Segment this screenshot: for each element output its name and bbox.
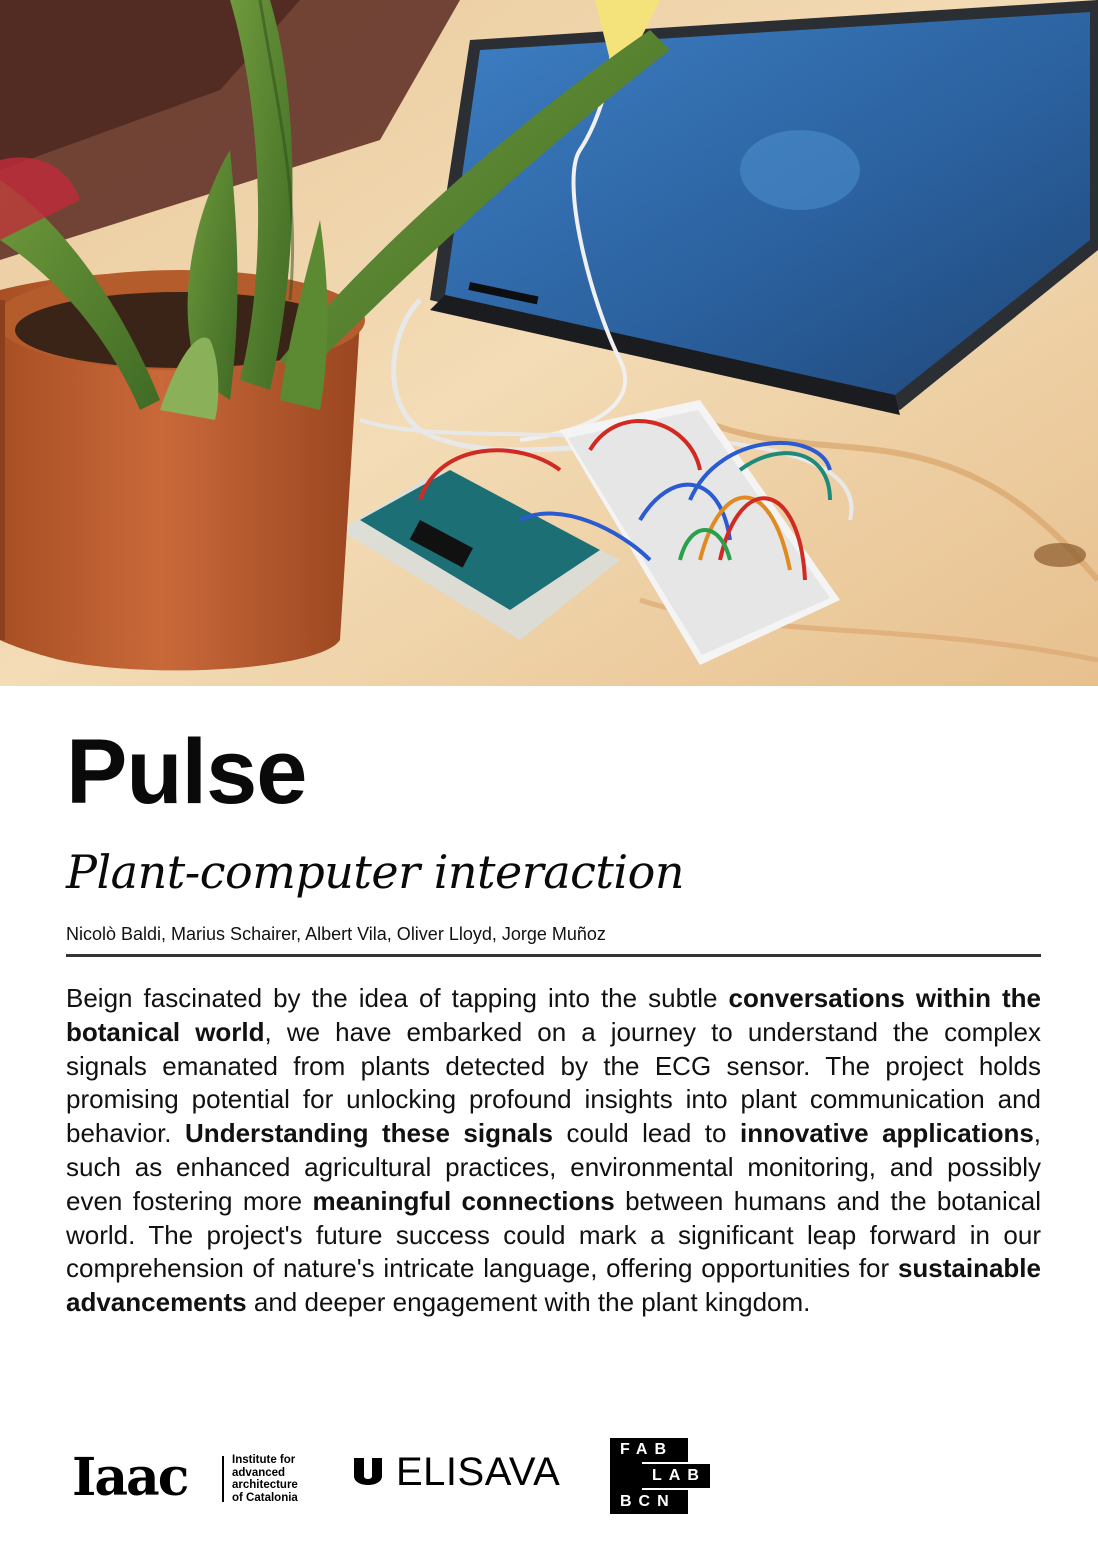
iaac-logo-line: architecture: [232, 1479, 298, 1491]
iaac-logo: Iaac Institute for advanced architecture…: [72, 1448, 312, 1508]
logo-bar: Iaac Institute for advanced architecture…: [0, 1420, 1098, 1530]
iaac-logo-line: of Catalonia: [232, 1491, 298, 1504]
iaac-logo-line: advanced: [232, 1466, 286, 1479]
iaac-logo-divider: [222, 1456, 224, 1502]
fablab-logo-row: LAB: [642, 1464, 710, 1488]
body-text-run: and deeper engagement with the plant kin…: [246, 1287, 811, 1318]
authors: Nicolò Baldi, Marius Schairer, Albert Vi…: [66, 924, 606, 944]
divider: [66, 954, 1041, 957]
body-emphasis: Understanding these signals: [185, 1118, 553, 1149]
fablab-logo-block: [610, 1462, 642, 1490]
hero-image: [0, 0, 1098, 686]
page-subtitle: Plant-computer interaction: [66, 845, 684, 899]
iaac-logo-mark: Iaac: [72, 1447, 189, 1508]
body-emphasis: meaningful connections: [312, 1185, 615, 1216]
page-title: Pulse: [66, 721, 307, 823]
fablab-logo-row: FAB: [610, 1438, 688, 1462]
elisava-logo-word: ELISAVA: [396, 1450, 561, 1494]
body-paragraph: Beign fascinated by the idea of tapping …: [66, 982, 1041, 1320]
body-emphasis: innovative applications: [740, 1118, 1034, 1149]
elisava-u-icon: [354, 1458, 382, 1485]
fablab-logo: FAB LAB BCN: [610, 1438, 710, 1514]
body-text-run: Beign fascinated by the idea of tapping …: [66, 983, 729, 1013]
iaac-logo-text: Institute for advanced architecture of C…: [232, 1454, 298, 1504]
body-text-run: could lead to: [553, 1118, 740, 1149]
hero-photo-illustration: [0, 0, 1098, 686]
iaac-logo-line: Institute for: [232, 1454, 296, 1466]
fablab-logo-row: BCN: [610, 1490, 688, 1514]
